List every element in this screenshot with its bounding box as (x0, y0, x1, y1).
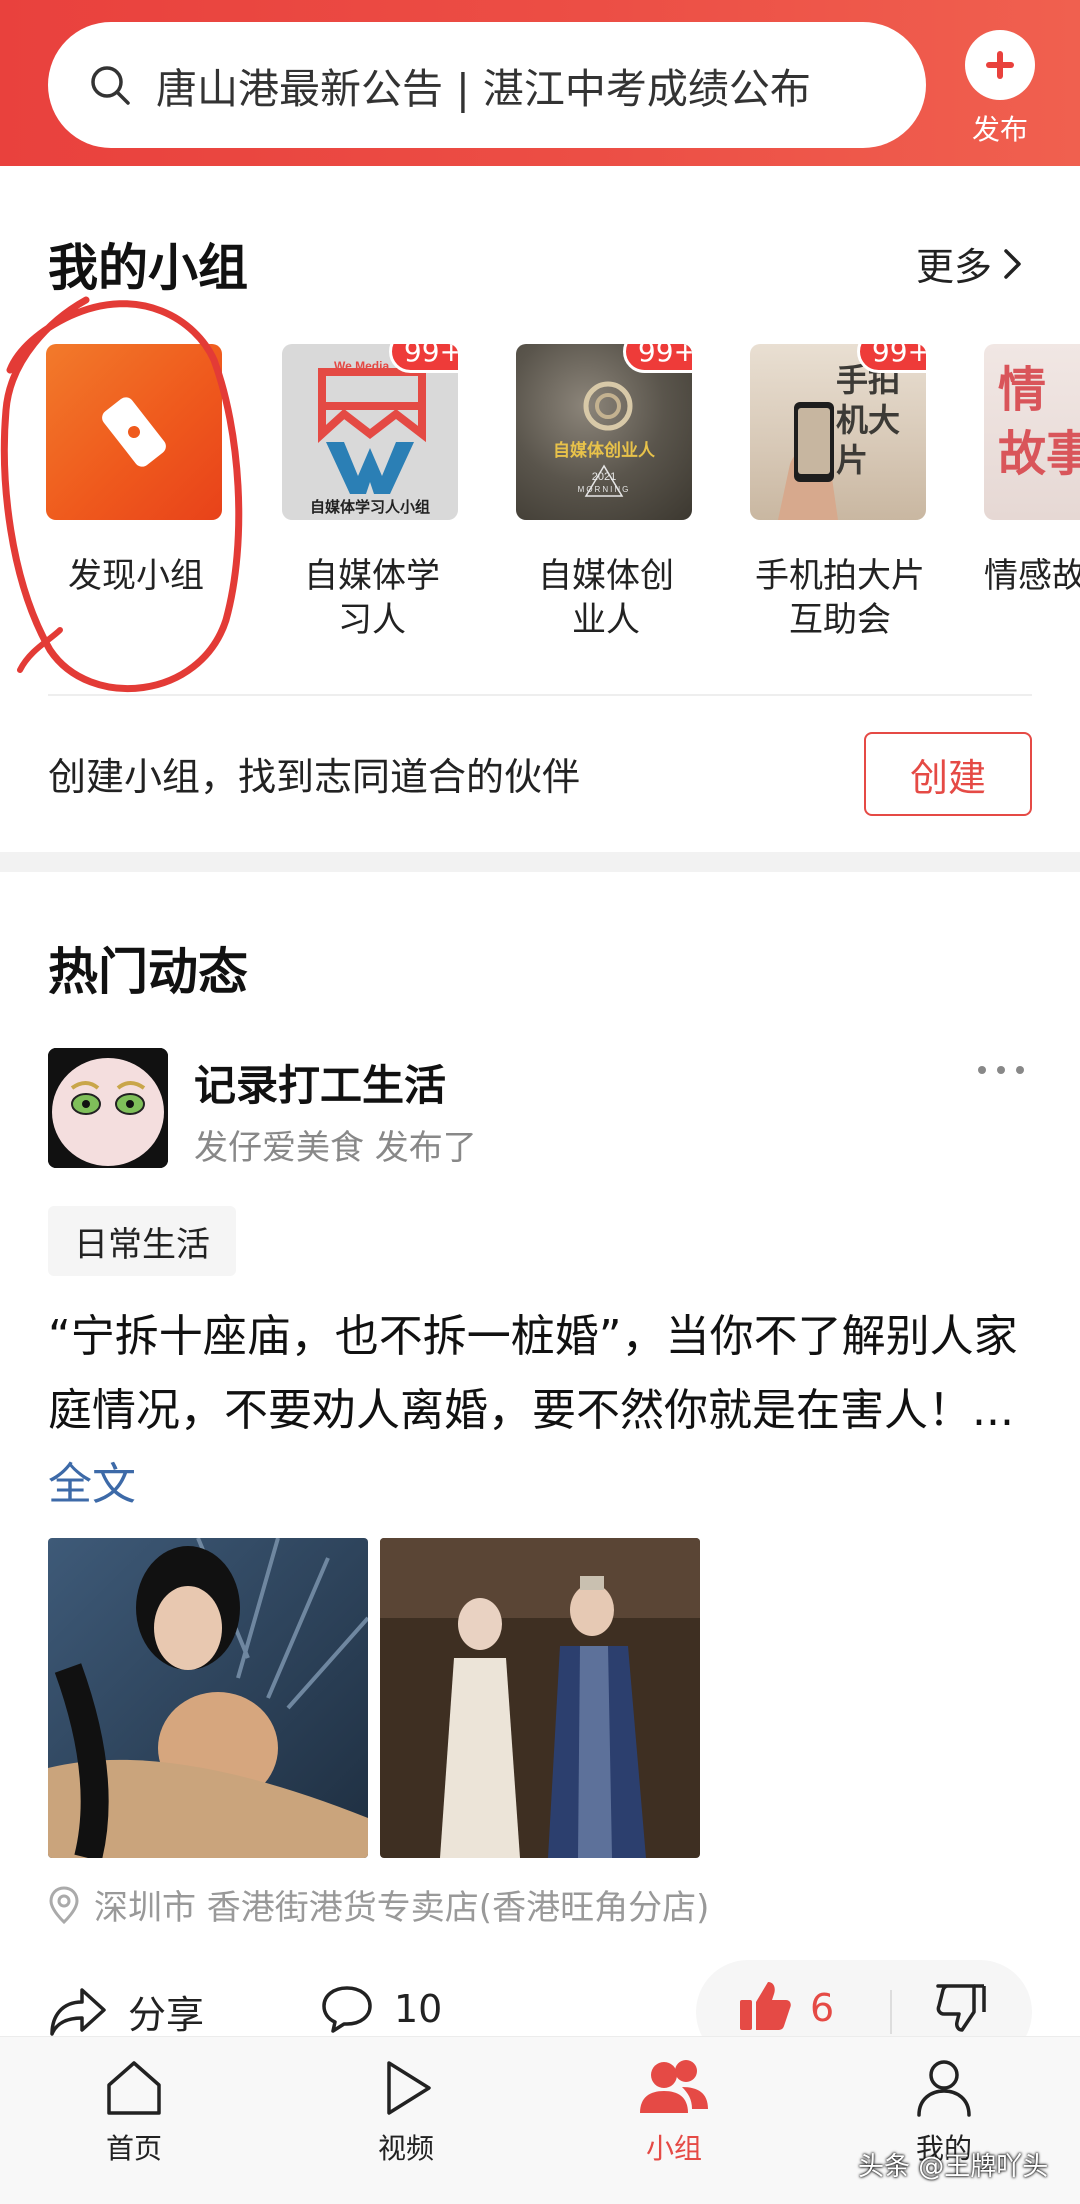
comment-count: 10 (394, 1987, 443, 2031)
nav-label: 首页 (105, 2132, 162, 2165)
top-bar: 唐山港最新公告 | 湛江中考成绩公布 发布 (0, 0, 1080, 166)
location-text: 深圳市 香港街港货专卖店(香港旺角分店) (94, 1888, 710, 1928)
publish-label: 发布 (971, 113, 1028, 146)
thumb-caption: 自媒体创业人 (553, 440, 656, 461)
unread-badge: 99+ (388, 344, 458, 373)
comment-icon (322, 1986, 372, 2033)
group-item-emotion[interactable]: 情 故事 情感故 (984, 344, 1080, 598)
search-bar[interactable]: 唐山港最新公告 | 湛江中考成绩公布 (48, 22, 926, 148)
nav-item-groups[interactable]: 小组 (604, 2057, 744, 2167)
group-name: 自媒体创 业人 (538, 556, 674, 640)
share-label: 分享 (128, 1993, 205, 2037)
like-count: 6 (810, 1986, 835, 2030)
plus-icon (986, 51, 1014, 79)
drama-still-image (48, 1538, 368, 1858)
share-button[interactable]: 分享 (48, 1984, 204, 2039)
comment-button[interactable]: 10 (320, 1984, 442, 2034)
compass-icon (102, 397, 166, 467)
unread-badge: 99+ (622, 344, 692, 373)
publish-button[interactable]: 发布 (960, 30, 1040, 148)
we-media-learn-thumb: We Media 自媒体学习人小组 99+ (282, 344, 458, 520)
emotion-thumb: 情 故事 (984, 344, 1080, 520)
thumbs-up-icon[interactable] (738, 1980, 792, 2032)
watermark: 头条 @王牌吖头 (858, 2152, 1049, 2182)
home-icon (107, 2061, 161, 2115)
play-icon (387, 2061, 431, 2115)
read-full-link[interactable]: 全文 (48, 1459, 136, 1510)
group-name: 情感故 (984, 556, 1080, 596)
search-placeholder: 唐山港最新公告 | 湛江中考成绩公布 (156, 65, 811, 113)
hot-feed-title: 热门动态 (48, 943, 248, 1001)
create-group-prompt: 创建小组，找到志同道合的伙伴 (48, 755, 581, 799)
user-icon (917, 2060, 971, 2117)
group-item-discover[interactable]: 发现小组 (46, 344, 226, 598)
post-image-2[interactable] (380, 1538, 700, 1858)
group-name: 手机拍大片 互助会 (755, 556, 925, 640)
thumb-caption: 自媒体学习人小组 (310, 498, 430, 516)
group-name: 自媒体学 习人 (304, 556, 440, 640)
group-name: 发现小组 (68, 556, 204, 596)
more-label: 更多 (916, 245, 993, 289)
nav-label: 视频 (377, 2132, 434, 2165)
we-media-brand: We Media (334, 359, 389, 373)
vote-separator (890, 1990, 892, 2034)
cartoon-face-avatar (48, 1048, 168, 1168)
group-item-we-media-learn[interactable]: We Media 自媒体学习人小组 99+ 自媒体学 习人 (282, 344, 462, 642)
post-body: “宁拆十座庙，也不拆一桩婚”，当你不了解别人家庭情况，不要劝人离婚，要不然你就是… (48, 1311, 1018, 1436)
post-meta: 发仔爱美食 发布了 (194, 1128, 477, 1168)
thumbs-down-icon[interactable] (934, 1982, 988, 2034)
thumb-caption: 手拍 机大 片 (836, 361, 901, 479)
discover-group-thumb (46, 344, 222, 520)
post-group-name[interactable]: 记录打工生活 (194, 1052, 446, 1113)
search-icon (91, 66, 130, 105)
phone-photo-thumb: 手拍 机大 片 99+ (750, 344, 926, 520)
more-options-icon[interactable] (976, 1064, 1026, 1076)
more-link[interactable]: 更多 (916, 236, 1024, 291)
group-item-phone-photo[interactable]: 手拍 机大 片 99+ 手机拍大片 互助会 (750, 344, 930, 642)
nav-item-video[interactable]: 视频 (336, 2057, 476, 2167)
nav-label: 小组 (645, 2132, 702, 2165)
post-location[interactable]: 深圳市 香港街港货专卖店(香港旺角分店) (48, 1880, 709, 1929)
post-image-1[interactable] (48, 1538, 368, 1858)
post-text[interactable]: “宁拆十座庙，也不拆一桩婚”，当你不了解别人家庭情况，不要劝人离婚，要不然你就是… (48, 1300, 1038, 1522)
group-users-icon (640, 2060, 708, 2113)
create-group-button[interactable]: 创建 (864, 732, 1032, 816)
thumb-caption: 情 故事 (998, 362, 1080, 482)
share-icon (50, 1987, 106, 2036)
couple-still-image (380, 1538, 700, 1858)
unread-badge: 99+ (856, 344, 926, 373)
avatar[interactable] (48, 1048, 168, 1168)
thumb-morning: MORNING (578, 485, 631, 494)
chevron-right-icon (1004, 248, 1021, 279)
divider (48, 694, 1032, 696)
we-media-startup-thumb: 自媒体创业人 2021 MORNING 99+ (516, 344, 692, 520)
my-groups-title: 我的小组 (48, 239, 248, 297)
section-gap (0, 852, 1080, 872)
nav-item-home[interactable]: 首页 (64, 2057, 204, 2167)
topic-tag[interactable]: 日常生活 (48, 1206, 236, 1276)
location-pin-icon (49, 1885, 79, 1924)
group-item-we-media-startup[interactable]: 自媒体创业人 2021 MORNING 99+ 自媒体创 业人 (516, 344, 696, 642)
